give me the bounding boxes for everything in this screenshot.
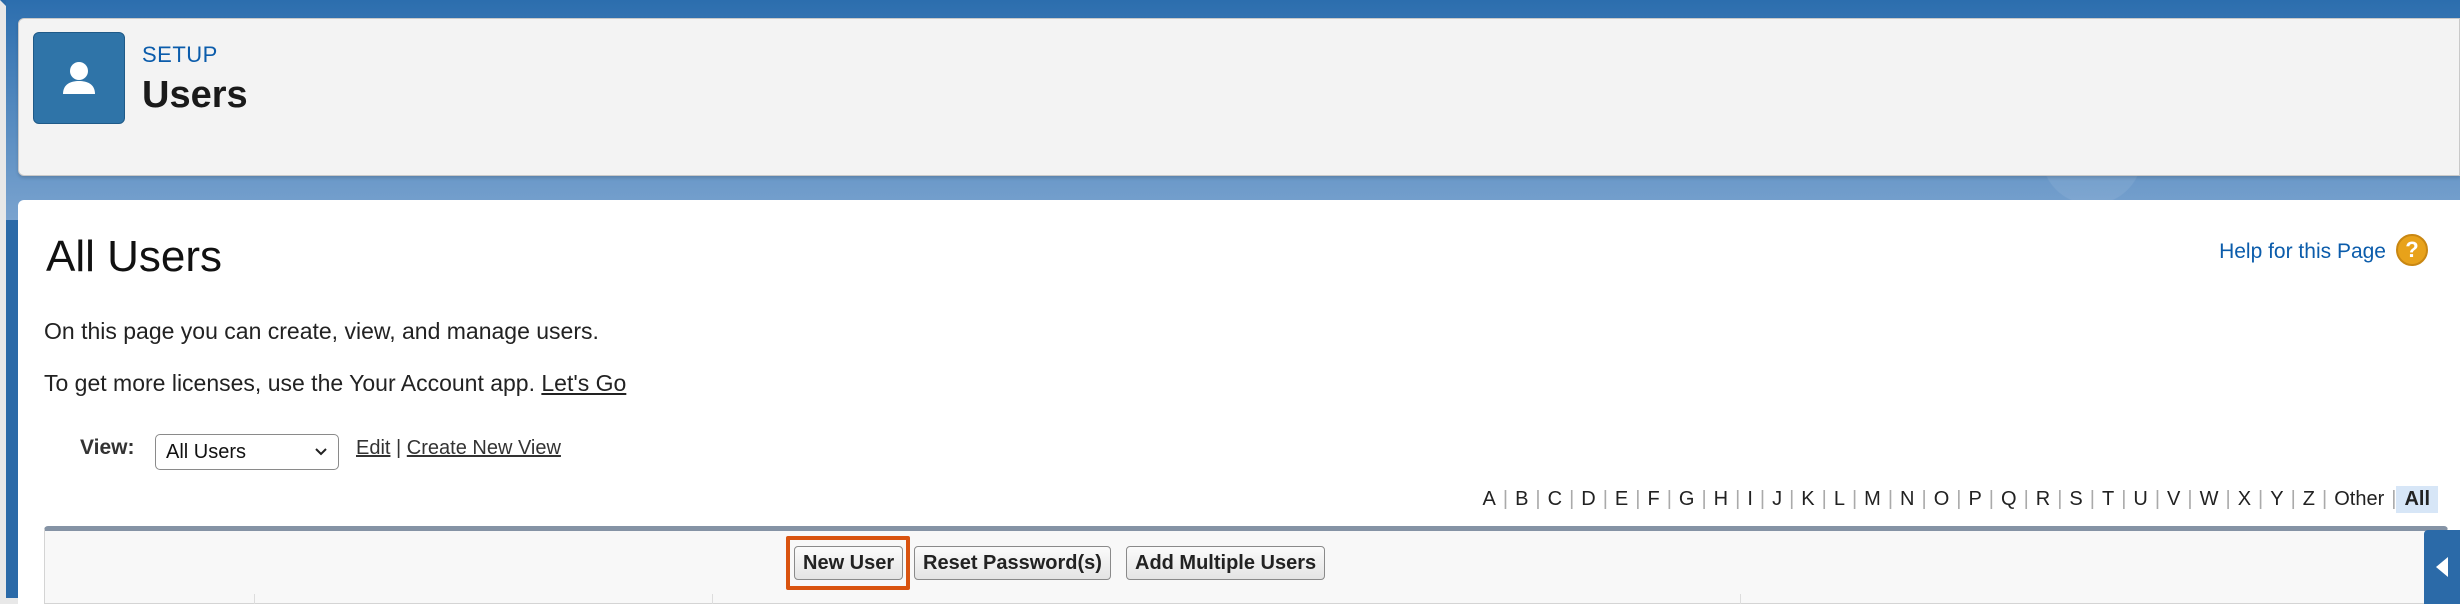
sidebar-toggle[interactable] bbox=[2424, 530, 2460, 604]
header-eyebrow: SETUP bbox=[142, 42, 218, 67]
header-title: Users bbox=[142, 74, 248, 116]
column-divider bbox=[712, 594, 713, 604]
page-title: All Users bbox=[46, 232, 223, 281]
licenses-text: To get more licenses, use the Your Accou… bbox=[44, 370, 626, 397]
alphabet-filter-a[interactable]: A bbox=[1476, 488, 1503, 511]
alphabet-filter-z[interactable]: Z bbox=[2296, 488, 2322, 511]
view-select-value: All Users bbox=[166, 440, 247, 463]
setup-header bbox=[18, 18, 2460, 176]
alphabet-filter-j[interactable]: J bbox=[1765, 488, 1789, 511]
user-icon bbox=[33, 32, 125, 124]
alphabet-filter-o[interactable]: O bbox=[1927, 488, 1957, 511]
alphabet-filter-l[interactable]: L bbox=[1827, 488, 1852, 511]
alphabet-filter-t[interactable]: T bbox=[2095, 488, 2121, 511]
question-mark-icon[interactable]: ? bbox=[2396, 234, 2428, 266]
licenses-label: To get more licenses, use the Your Accou… bbox=[44, 370, 542, 396]
reset-password-button[interactable]: Reset Password(s) bbox=[914, 546, 1111, 580]
alphabet-filter-y[interactable]: Y bbox=[2263, 488, 2290, 511]
alphabet-filter-d[interactable]: D bbox=[1574, 488, 1602, 511]
alphabet-filter-q[interactable]: Q bbox=[1994, 488, 2024, 511]
chevron-down-icon bbox=[315, 448, 327, 456]
alphabet-filter-x[interactable]: X bbox=[2231, 488, 2258, 511]
alphabet-filter: A | B | C | D | E | F | G | H | I | J | K | L | M | N | O | P | Q | R | S | T |… bbox=[1476, 486, 2438, 513]
page-description: On this page you can create, view, and m… bbox=[44, 318, 599, 344]
alphabet-filter-all[interactable]: All bbox=[2396, 486, 2438, 513]
alphabet-filter-k[interactable]: K bbox=[1794, 488, 1821, 511]
collapse-arrow-icon bbox=[2436, 557, 2448, 577]
alphabet-filter-n[interactable]: N bbox=[1893, 488, 1921, 511]
alphabet-filter-b[interactable]: B bbox=[1508, 488, 1535, 511]
view-links-separator: | bbox=[396, 437, 402, 459]
new-user-button[interactable]: New User bbox=[794, 546, 904, 580]
alphabet-filter-v[interactable]: V bbox=[2160, 488, 2187, 511]
alphabet-filter-p[interactable]: P bbox=[1961, 488, 1988, 511]
alphabet-filter-g[interactable]: G bbox=[1672, 488, 1702, 511]
create-new-view-link[interactable]: Create New View bbox=[407, 437, 561, 459]
help-link[interactable]: Help for this Page bbox=[2219, 240, 2386, 264]
alphabet-filter-w[interactable]: W bbox=[2193, 488, 2226, 511]
column-divider bbox=[1740, 594, 1741, 604]
view-label: View: bbox=[80, 436, 135, 459]
add-multiple-users-button[interactable]: Add Multiple Users bbox=[1126, 546, 1326, 580]
alphabet-filter-e[interactable]: E bbox=[1608, 488, 1635, 511]
lets-go-link[interactable]: Let's Go bbox=[541, 370, 626, 396]
alphabet-filter-r[interactable]: R bbox=[2029, 488, 2057, 511]
alphabet-filter-u[interactable]: U bbox=[2126, 488, 2154, 511]
column-divider bbox=[254, 594, 255, 604]
alphabet-filter-m[interactable]: M bbox=[1857, 488, 1888, 511]
view-select[interactable]: All Users bbox=[155, 434, 339, 470]
alphabet-filter-s[interactable]: S bbox=[2062, 488, 2089, 511]
alphabet-filter-h[interactable]: H bbox=[1707, 488, 1735, 511]
edit-view-link[interactable]: Edit bbox=[356, 437, 390, 459]
alphabet-filter-i[interactable]: I bbox=[1740, 488, 1760, 511]
alphabet-filter-other[interactable]: Other bbox=[2327, 488, 2391, 511]
alphabet-filter-f[interactable]: F bbox=[1640, 488, 1666, 511]
alphabet-filter-c[interactable]: C bbox=[1541, 488, 1569, 511]
view-links: Edit | Create New View bbox=[356, 437, 561, 460]
